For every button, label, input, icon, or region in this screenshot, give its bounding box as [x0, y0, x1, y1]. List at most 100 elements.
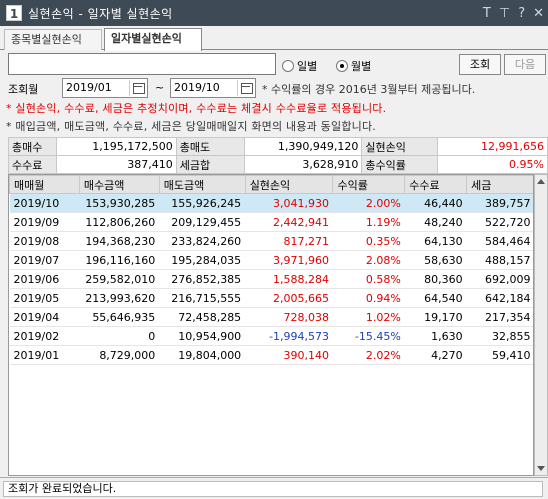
cell-pl: 817,271 — [245, 231, 333, 251]
table-row[interactable]: 2019/10 153,930,285 155,926,245 3,041,930 2.… — [9, 193, 533, 213]
cell-fee: 64,540 — [404, 288, 467, 308]
same-content-note: * 매입금액, 매도금액, 수수료, 세금은 당일매매일지 화면의 내용과 동일… — [6, 120, 376, 133]
table-row[interactable]: 2019/04 55,646,935 72,458,285 728,038 1.02% 1… — [9, 307, 533, 327]
table-row[interactable]: 2019/07 196,116,160 195,284,035 3,971,960 2.… — [9, 250, 533, 270]
window-title: 실현손익 - 일자별 실현손익 — [28, 6, 173, 21]
cell-sell: 276,852,385 — [159, 269, 246, 289]
col-header-sell[interactable]: 매도금액 — [158, 175, 246, 194]
radio-monthly-label: 월별 — [351, 60, 372, 73]
col-header-buy[interactable]: 매수금액 — [78, 175, 160, 194]
calendar-icon[interactable] — [129, 80, 146, 96]
tab-by-day[interactable]: 일자별실현손익 — [104, 28, 202, 51]
radio-daily-label: 일별 — [297, 60, 318, 73]
cell-fee: 46,440 — [404, 193, 467, 213]
cell-yield: 2.02% — [332, 345, 405, 365]
cell-yield: 0.58% — [332, 269, 405, 289]
col-header-tax[interactable]: 세금 — [466, 175, 533, 194]
radio-monthly[interactable]: 월별 — [336, 58, 371, 74]
cell-fee: 48,240 — [404, 212, 467, 232]
cell-yield: 0.94% — [332, 288, 405, 308]
status-bar: 조회가 완료되었습니다. — [0, 477, 548, 499]
summary-table: 총매수 1,195,172,500 총매도 1,390,949,120 실현손익… — [8, 137, 548, 174]
tab-by-stock[interactable]: 종목별실현손익 — [4, 29, 102, 50]
cell-month: 2019/02 — [9, 326, 80, 346]
cell-yield: 0.35% — [332, 231, 405, 251]
calendar-icon[interactable] — [237, 80, 254, 96]
cell-month: 2019/01 — [9, 345, 80, 365]
col-header-month[interactable]: 매매월 — [9, 175, 80, 194]
cell-fee: 80,360 — [404, 269, 467, 289]
cell-sell: 155,926,245 — [159, 193, 246, 213]
table-row[interactable]: 2019/01 8,729,000 19,804,000 390,140 2.02% 4,… — [9, 345, 533, 365]
tab-bar: 종목별실현손익 일자별실현손익 — [0, 26, 548, 51]
cell-tax: 522,720 — [466, 212, 533, 232]
cell-sell: 233,824,260 — [159, 231, 246, 251]
cell-month: 2019/06 — [9, 269, 80, 289]
daily-pl-grid[interactable]: 매매월 매수금액 매도금액 실현손익 수익률 수수료 세금 2019/10 153… — [8, 174, 534, 476]
query-button[interactable]: 조회 — [459, 54, 501, 75]
title-bar: 1 실현손익 - 일자별 실현손익 T ⊤ ? ✕ — [0, 0, 548, 26]
cell-pl: 2,442,941 — [245, 212, 333, 232]
total-buy-value: 1,195,172,500 — [55, 137, 177, 156]
radio-daily[interactable]: 일별 — [282, 58, 317, 74]
realized-pl-label: 실현손익 — [361, 137, 439, 156]
cell-fee: 4,270 — [404, 345, 467, 365]
cell-month: 2019/10 — [9, 193, 80, 213]
help-icon[interactable]: ? — [518, 6, 525, 21]
total-sell-label: 총매도 — [175, 137, 245, 156]
cell-month: 2019/05 — [9, 288, 80, 308]
table-row[interactable]: 2019/08 194,368,230 233,824,260 817,271 0.35… — [9, 231, 533, 251]
fee-label: 수수료 — [8, 155, 57, 174]
next-button[interactable]: 다음 — [504, 54, 546, 75]
total-sell-value: 1,390,949,120 — [243, 137, 363, 156]
pin-icon[interactable]: ⊤ — [499, 6, 510, 21]
scroll-up-icon[interactable] — [537, 179, 545, 184]
date-separator: ~ — [155, 81, 165, 94]
cell-pl: 728,038 — [245, 307, 333, 327]
table-row[interactable]: 2019/06 259,582,010 276,852,385 1,588,284 0.… — [9, 269, 533, 289]
cell-buy: 55,646,935 — [79, 307, 160, 327]
tax-label: 세금합 — [175, 155, 245, 174]
cell-sell: 195,284,035 — [159, 250, 246, 270]
account-input[interactable] — [8, 53, 276, 75]
table-row[interactable]: 2019/02 0 10,954,900 -1,994,573 -15.45% 1,630… — [9, 326, 533, 346]
col-header-pl[interactable]: 실현손익 — [244, 175, 334, 194]
cell-tax: 692,009 — [466, 269, 533, 289]
start-date-input[interactable]: 2019/01 — [62, 78, 148, 98]
estimate-note: * 실현손익, 수수료, 세금은 추정치이며, 수수료는 체결시 수수료율로 적… — [6, 102, 387, 115]
cell-fee: 1,630 — [404, 326, 467, 346]
cell-month: 2019/08 — [9, 231, 80, 251]
start-date-value: 2019/01 — [66, 81, 112, 94]
cell-buy: 196,116,160 — [79, 250, 160, 270]
end-date-value: 2019/10 — [174, 81, 220, 94]
col-header-yield[interactable]: 수익률 — [332, 175, 406, 194]
cell-tax: 389,757 — [466, 193, 533, 213]
col-header-fee[interactable]: 수수료 — [404, 175, 468, 194]
cell-pl: 390,140 — [245, 345, 333, 365]
total-yield-value: 0.95% — [437, 155, 548, 174]
cell-buy: 213,993,620 — [79, 288, 160, 308]
cell-sell: 10,954,900 — [159, 326, 246, 346]
cell-buy: 153,930,285 — [79, 193, 160, 213]
table-row[interactable]: 2019/09 112,806,260 209,129,455 2,442,941 1.… — [9, 212, 533, 232]
radio-monthly-button[interactable] — [336, 60, 348, 72]
close-icon[interactable]: ✕ — [533, 6, 544, 21]
scroll-down-icon[interactable] — [537, 466, 545, 471]
cell-tax: 217,354 — [466, 307, 533, 327]
cell-tax: 642,184 — [466, 288, 533, 308]
cell-tax: 488,157 — [466, 250, 533, 270]
text-size-icon[interactable]: T — [483, 6, 491, 21]
cell-sell: 216,715,555 — [159, 288, 246, 308]
vertical-scrollbar[interactable] — [534, 174, 548, 476]
cell-month: 2019/04 — [9, 307, 80, 327]
cell-yield: -15.45% — [332, 326, 405, 346]
cell-fee: 64,130 — [404, 231, 467, 251]
query-month-label: 조회월 — [8, 83, 39, 96]
end-date-input[interactable]: 2019/10 — [170, 78, 256, 98]
cell-pl: 3,971,960 — [245, 250, 333, 270]
radio-daily-button[interactable] — [282, 60, 294, 72]
table-row[interactable]: 2019/05 213,993,620 216,715,555 2,005,665 0.… — [9, 288, 533, 308]
cell-sell: 19,804,000 — [159, 345, 246, 365]
app-icon: 1 — [6, 5, 22, 21]
cell-sell: 72,458,285 — [159, 307, 246, 327]
